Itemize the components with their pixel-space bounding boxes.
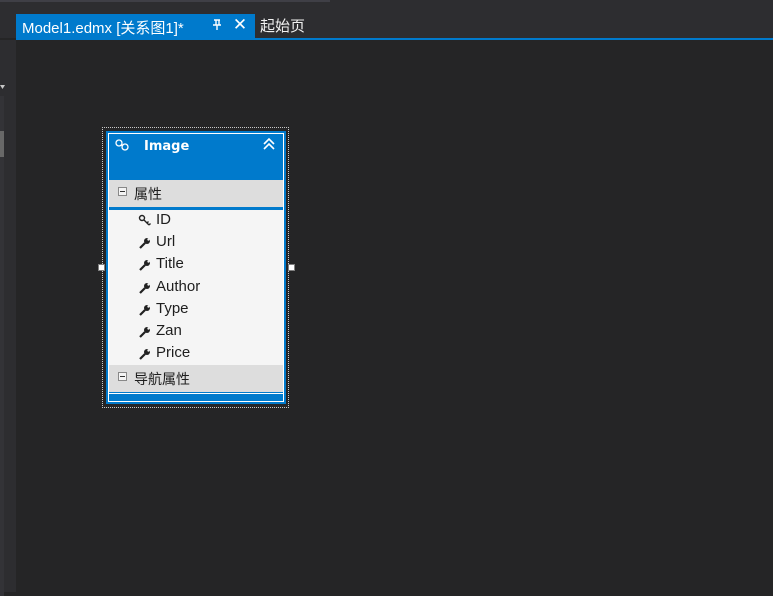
wrench-icon [139,260,150,271]
navigation-section-label: 导航属性 [134,372,190,388]
pin-icon[interactable] [210,17,224,33]
property-name: Price [156,344,191,361]
property-name: Zan [156,322,182,339]
property-name: ID [156,211,171,228]
tab-well-line [16,38,773,40]
property-row-price[interactable]: Price [109,343,283,365]
property-row-id[interactable]: ID [109,210,283,232]
resize-handle-right[interactable] [288,264,295,271]
entity-bottom-line [109,393,283,394]
property-row-title[interactable]: Title [109,254,283,276]
close-tab-icon[interactable]: ✕ [231,16,249,34]
key-icon [138,214,151,226]
entity-image[interactable]: Image 属性 ID Url Title Author Type Zan Pr… [106,131,286,404]
scroll-track[interactable] [0,96,4,596]
collapse-minus-icon[interactable] [118,372,127,381]
property-name: Title [156,255,184,272]
title-strip-edge [0,0,330,2]
wrench-icon [139,238,150,249]
title-strip [0,0,773,14]
property-row-type[interactable]: Type [109,299,283,321]
collapse-chevron-icon[interactable] [261,136,277,152]
entity-title: Image [144,139,190,154]
tab-model-diagram[interactable]: Model1.edmx [关系图1]* ✕ [16,14,255,38]
wrench-icon [139,283,150,294]
tab-title: Model1.edmx [关系图1]* [22,20,184,37]
scroll-thumb[interactable] [0,131,4,157]
navigation-section-header[interactable]: 导航属性 [109,365,283,392]
properties-section-header[interactable]: 属性 [109,180,283,207]
property-name: Url [156,233,176,250]
properties-section-label: 属性 [134,187,162,203]
resize-handle-left[interactable] [98,264,105,271]
dropdown-arrow-icon[interactable] [0,84,6,90]
tab-start-page[interactable]: 起始页 [260,15,305,36]
property-list: ID Url Title Author Type Zan Price [109,210,283,365]
property-row-author[interactable]: Author [109,277,283,299]
left-tool-strip [0,40,16,596]
property-row-zan[interactable]: Zan [109,321,283,343]
wrench-icon [139,327,150,338]
entity-type-icon [115,139,129,151]
collapse-minus-icon[interactable] [118,187,127,196]
property-name: Type [156,300,189,317]
wrench-icon [139,349,150,360]
wrench-icon [139,305,150,316]
property-row-url[interactable]: Url [109,232,283,254]
property-name: Author [156,278,201,295]
